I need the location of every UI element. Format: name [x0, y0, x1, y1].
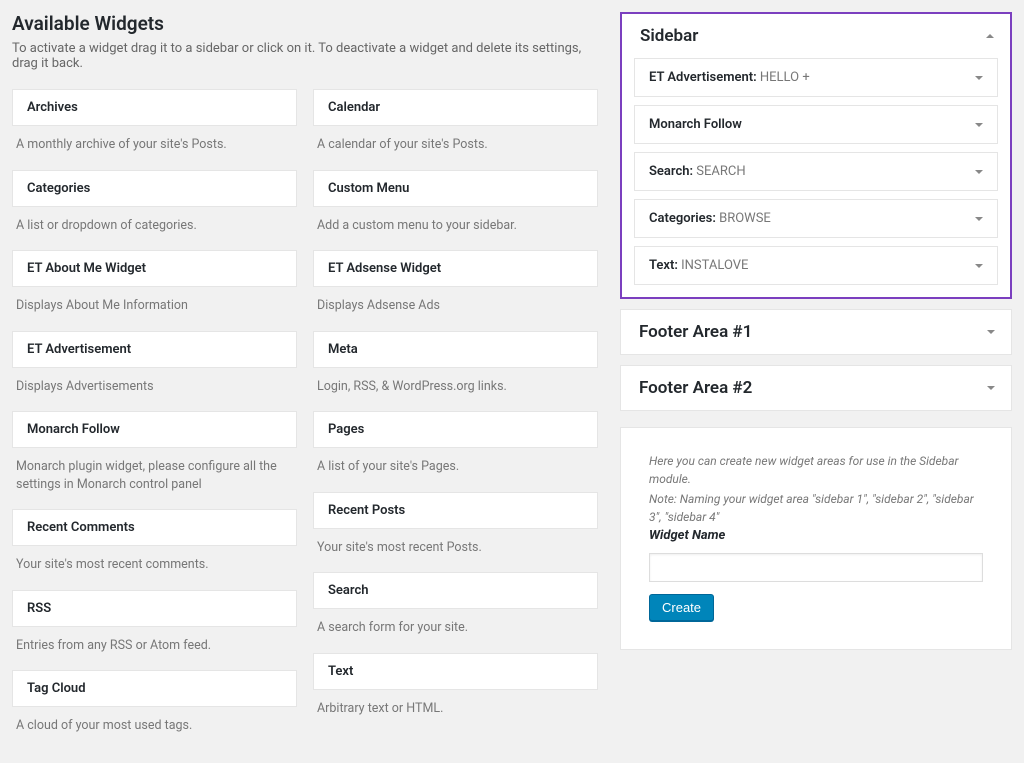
widget-header[interactable]: Recent Posts [313, 492, 598, 529]
available-widgets-title: Available Widgets [12, 12, 598, 35]
available-widget: ET About Me WidgetDisplays About Me Info… [12, 250, 297, 329]
widget-header[interactable]: ET About Me Widget [12, 250, 297, 287]
placed-widget-label: Search: [649, 164, 693, 179]
placed-widget[interactable]: Categories: BROWSE [634, 199, 998, 238]
widget-description: A list or dropdown of categories. [12, 207, 297, 249]
widget-name-input[interactable] [649, 553, 983, 582]
sidebar-widgets-list: ET Advertisement: HELLO + Monarch Follow S… [622, 58, 1010, 297]
widget-description: Monarch plugin widget, please configure … [12, 448, 297, 507]
widget-header[interactable]: Custom Menu [313, 170, 598, 207]
placed-widget-suffix: INSTALOVE [678, 258, 749, 273]
available-widget: Recent PostsYour site's most recent Post… [313, 492, 598, 571]
widget-description: Displays About Me Information [12, 287, 297, 329]
widget-name-label: Widget Name [649, 528, 983, 543]
widget-description: Login, RSS, & WordPress.org links. [313, 368, 598, 410]
available-widget: ArchivesA monthly archive of your site's… [12, 89, 297, 168]
sidebar-area: Sidebar ET Advertisement: HELLO + Monarch… [620, 12, 1012, 299]
create-note-line1: Here you can create new widget areas for… [649, 452, 983, 488]
chevron-down-icon [987, 386, 995, 390]
available-widget: Recent CommentsYour site's most recent c… [12, 509, 297, 588]
placed-widget[interactable]: Text: INSTALOVE [634, 246, 998, 285]
chevron-down-icon [975, 217, 983, 221]
widget-header[interactable]: Archives [12, 89, 297, 126]
sidebar-area-header[interactable]: Sidebar [622, 14, 1010, 58]
widget-description: Your site's most recent Posts. [313, 529, 598, 571]
footer-area-2-title: Footer Area #2 [639, 378, 752, 398]
placed-widget-suffix: BROWSE [716, 211, 771, 226]
placed-widget-suffix: SEARCH [693, 164, 746, 179]
widget-header[interactable]: Pages [313, 411, 598, 448]
footer-area-1-header[interactable]: Footer Area #1 [621, 310, 1011, 354]
chevron-down-icon [975, 170, 983, 174]
placed-widget-label: Text: [649, 258, 678, 273]
sidebar-area-title: Sidebar [640, 26, 698, 46]
widget-header[interactable]: Categories [12, 170, 297, 207]
widget-header[interactable]: Text [313, 653, 598, 690]
widget-description: A cloud of your most used tags. [12, 707, 297, 749]
widget-header[interactable]: RSS [12, 590, 297, 627]
widget-header[interactable]: ET Adsense Widget [313, 250, 598, 287]
widget-header[interactable]: Search [313, 572, 598, 609]
available-widget: CalendarA calendar of your site's Posts. [313, 89, 598, 168]
available-widgets-grid: ArchivesA monthly archive of your site's… [12, 89, 598, 751]
widget-description: A monthly archive of your site's Posts. [12, 126, 297, 168]
available-widget: PagesA list of your site's Pages. [313, 411, 598, 490]
available-widget: SearchA search form for your site. [313, 572, 598, 651]
footer-area-2-header[interactable]: Footer Area #2 [621, 366, 1011, 410]
available-widget: MetaLogin, RSS, & WordPress.org links. [313, 331, 598, 410]
placed-widget-label: Categories: [649, 211, 716, 226]
create-note-line2: Note: Naming your widget area "sidebar 1… [649, 490, 983, 526]
available-widget: Tag CloudA cloud of your most used tags. [12, 670, 297, 749]
widget-description: Your site's most recent comments. [12, 546, 297, 588]
placed-widget[interactable]: Monarch Follow [634, 105, 998, 144]
available-widget: TextArbitrary text or HTML. [313, 653, 598, 732]
widget-description: Displays Advertisements [12, 368, 297, 410]
chevron-down-icon [975, 264, 983, 268]
chevron-down-icon [975, 123, 983, 127]
chevron-up-icon [986, 34, 994, 38]
footer-area-1-title: Footer Area #1 [639, 322, 752, 342]
available-widgets-subtitle: To activate a widget drag it to a sideba… [12, 41, 598, 71]
footer-area-1: Footer Area #1 [620, 309, 1012, 355]
chevron-down-icon [987, 330, 995, 334]
placed-widget[interactable]: ET Advertisement: HELLO + [634, 58, 998, 97]
available-widget: RSSEntries from any RSS or Atom feed. [12, 590, 297, 669]
create-widget-area-box: Here you can create new widget areas for… [620, 427, 1012, 650]
widget-header[interactable]: Calendar [313, 89, 598, 126]
placed-widget[interactable]: Search: SEARCH [634, 152, 998, 191]
widget-description: A search form for your site. [313, 609, 598, 651]
widget-description: A list of your site's Pages. [313, 448, 598, 490]
available-widget: Monarch FollowMonarch plugin widget, ple… [12, 411, 297, 507]
widget-header[interactable]: Meta [313, 331, 598, 368]
widget-header[interactable]: ET Advertisement [12, 331, 297, 368]
widget-description: Entries from any RSS or Atom feed. [12, 627, 297, 669]
widget-header[interactable]: Recent Comments [12, 509, 297, 546]
available-widget: ET Adsense WidgetDisplays Adsense Ads [313, 250, 598, 329]
widget-header[interactable]: Tag Cloud [12, 670, 297, 707]
available-widget: CategoriesA list or dropdown of categori… [12, 170, 297, 249]
widget-description: Arbitrary text or HTML. [313, 690, 598, 732]
widget-description: Displays Adsense Ads [313, 287, 598, 329]
available-widget: ET AdvertisementDisplays Advertisements [12, 331, 297, 410]
create-button[interactable]: Create [649, 594, 714, 621]
placed-widget-label: Monarch Follow [649, 117, 742, 132]
placed-widget-label: ET Advertisement: [649, 70, 757, 85]
widget-description: A calendar of your site's Posts. [313, 126, 598, 168]
footer-area-2: Footer Area #2 [620, 365, 1012, 411]
available-widget: Custom MenuAdd a custom menu to your sid… [313, 170, 598, 249]
placed-widget-suffix: HELLO + [757, 70, 810, 85]
widget-header[interactable]: Monarch Follow [12, 411, 297, 448]
widget-description: Add a custom menu to your sidebar. [313, 207, 598, 249]
chevron-down-icon [975, 76, 983, 80]
